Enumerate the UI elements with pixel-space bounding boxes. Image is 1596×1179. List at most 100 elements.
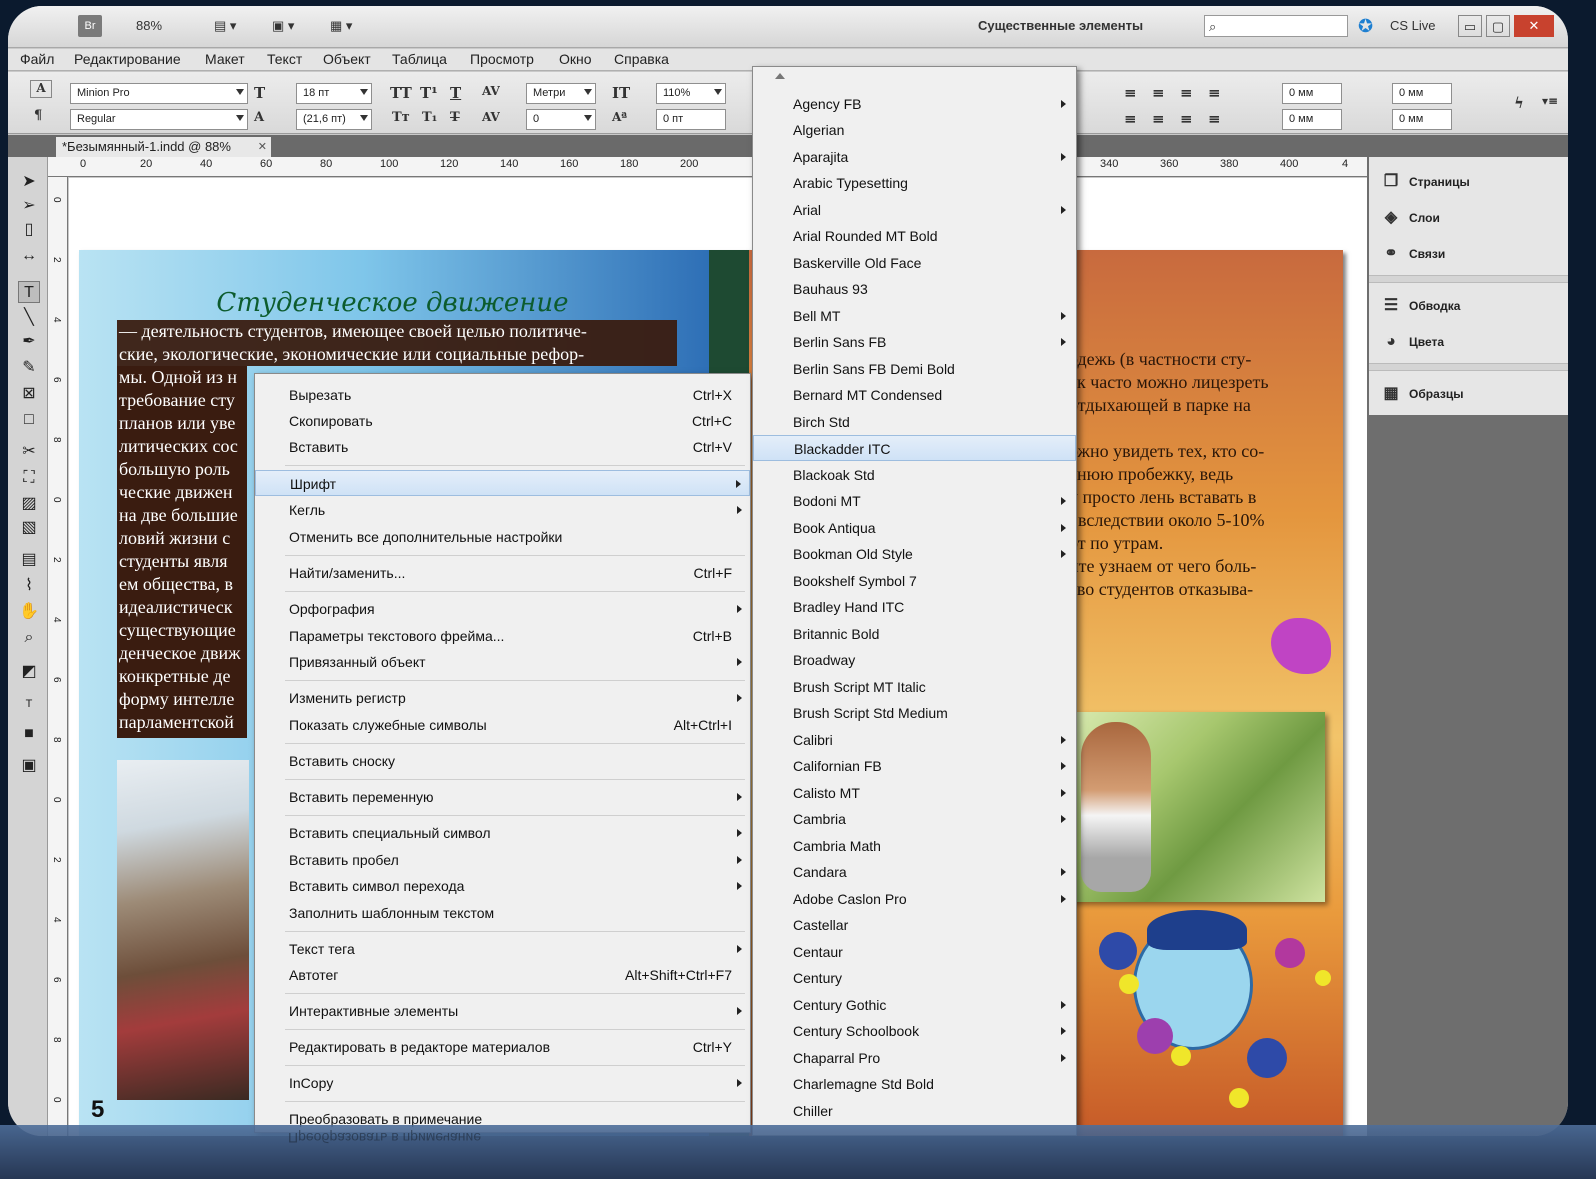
arrange-documents-icon[interactable]: ▦ ▾ [330,15,366,37]
menu-item-anchored-object[interactable]: Привязанный объект [255,649,750,675]
font-item[interactable]: Birch Std [753,409,1076,435]
font-item[interactable]: Baskerville Old Face [753,250,1076,276]
font-item[interactable]: Century [753,965,1076,991]
font-item[interactable]: Century Gothic [753,992,1076,1018]
panel-pages[interactable]: ❐ Страницы [1379,169,1470,195]
intro-text-frame[interactable]: — деятельность студентов, имеющее своей … [117,320,677,366]
eyedropper-tool-icon[interactable]: ⌇ [18,575,40,597]
menu-table[interactable]: Таблица [392,51,447,67]
leading-field[interactable]: (21,6 пт) [296,109,372,130]
menu-item-find-replace[interactable]: Найти/заменить... Ctrl+F [255,560,750,586]
runner-photo[interactable] [1069,712,1325,902]
menu-item-insert-white-space[interactable]: Вставить пробел [255,847,750,873]
font-item[interactable]: Cambria [753,806,1076,832]
heading-text-frame[interactable]: Студенческое движение [115,288,670,318]
strikethrough-icon[interactable]: T [450,110,460,125]
bridge-button[interactable]: Br [78,15,102,37]
menu-item-incopy[interactable]: InCopy [255,1070,750,1096]
pen-tool-icon[interactable]: ✒ [18,331,40,353]
formatting-affects-text-icon[interactable]: T [18,693,40,715]
scissors-tool-icon[interactable]: ✂ [18,441,40,463]
menu-item-tag-text[interactable]: Текст тега [255,936,750,962]
gradient-feather-tool-icon[interactable]: ▧ [18,517,40,539]
font-item[interactable]: Bauhaus 93 [753,276,1076,302]
menu-window[interactable]: Окно [559,51,592,67]
justify-last-center-icon[interactable]: ≡ [1180,110,1193,128]
menu-item-spelling[interactable]: Орфография [255,596,750,622]
font-item[interactable]: Chaparral Pro [753,1045,1076,1071]
menu-object[interactable]: Объект [323,51,371,67]
justify-all-icon[interactable]: ≡ [1124,110,1137,128]
font-family-field[interactable]: Minion Pro [70,83,248,104]
font-item[interactable]: Aparajita [753,144,1076,170]
close-tab-icon[interactable]: ✕ [258,137,267,157]
menu-file[interactable]: Файл [20,51,54,67]
menu-item-paste[interactable]: Вставить Ctrl+V [255,434,750,460]
font-item[interactable]: Broadway [753,647,1076,673]
kerning-field[interactable]: Метри [526,83,596,104]
font-item[interactable]: Arial [753,197,1076,223]
zoom-tool-icon[interactable]: ⌕ [18,627,40,649]
scroll-up-arrow-icon[interactable] [775,73,785,79]
font-item[interactable]: Candara [753,859,1076,885]
superscript-icon[interactable]: T¹ [420,84,438,102]
font-item[interactable]: Blackoak Std [753,462,1076,488]
font-item[interactable]: Bernard MT Condensed [753,382,1076,408]
font-size-field[interactable]: 18 пт [296,83,372,104]
crowd-photo[interactable] [117,760,249,1100]
menu-edit[interactable]: Редактирование [74,51,181,67]
menu-item-copy[interactable]: Скопировать Ctrl+C [255,408,750,434]
gap-tool-icon[interactable]: ↔ [18,245,40,267]
menu-item-cut[interactable]: Вырезать Ctrl+X [255,382,750,408]
align-right-icon[interactable]: ≡ [1180,84,1193,102]
font-item[interactable]: Berlin Sans FB [753,329,1076,355]
small-caps-icon[interactable]: Tт [392,110,410,125]
font-item[interactable]: Agency FB [753,91,1076,117]
page-tool-icon[interactable]: ▯ [18,219,40,241]
vertical-scale-field[interactable]: 110% [656,83,726,104]
menu-item-edit-in-story-editor[interactable]: Редактировать в редакторе материалов Ctrl… [255,1034,750,1060]
menu-item-insert-break-character[interactable]: Вставить символ перехода [255,873,750,899]
menu-help[interactable]: Справка [614,51,669,67]
font-item[interactable]: Bodoni MT [753,488,1076,514]
line-tool-icon[interactable]: ╲ [18,307,40,329]
document-tab[interactable]: *Безымянный-1.indd @ 88% ✕ [56,137,271,157]
menu-item-font[interactable]: Шрифт [255,470,750,496]
font-item[interactable]: Calisto MT [753,780,1076,806]
font-item[interactable]: Castellar [753,912,1076,938]
character-mode-icon[interactable]: A [30,80,52,98]
font-item[interactable]: Chiller [753,1098,1076,1124]
align-left-icon[interactable]: ≡ [1124,84,1137,102]
font-item[interactable]: Arabic Typesetting [753,170,1076,196]
font-item[interactable]: Arial Rounded MT Bold [753,223,1076,249]
screen-mode-icon[interactable]: ▣ ▾ [272,15,308,37]
align-spine-icon[interactable]: ≡ [1152,110,1165,128]
note-tool-icon[interactable]: ▤ [18,549,40,571]
menu-item-autotag[interactable]: Автотег Alt+Shift+Ctrl+F7 [255,962,750,988]
menu-item-insert-special-character[interactable]: Вставить специальный символ [255,820,750,846]
menu-item-change-case[interactable]: Изменить регистр [255,685,750,711]
cs-live-icon[interactable]: ✪ [1358,15,1382,37]
panel-stroke[interactable]: ☰ Обводка [1379,293,1461,319]
left-indent-field[interactable]: 0 мм [1282,83,1342,104]
last-line-indent-field[interactable]: 0 мм [1392,109,1452,130]
panel-color[interactable]: ◕ Цвета [1379,329,1444,355]
font-item[interactable]: Brush Script MT Italic [753,674,1076,700]
fill-stroke-icon[interactable]: ◩ [18,661,40,683]
direct-selection-tool-icon[interactable]: ➢ [18,195,40,217]
rectangle-frame-tool-icon[interactable]: ⊠ [18,383,40,405]
font-item[interactable]: Book Antiqua [753,515,1076,541]
menu-item-text-frame-options[interactable]: Параметры текстового фрейма... Ctrl+B [255,623,750,649]
font-item[interactable]: Bradley Hand ITC [753,594,1076,620]
menu-item-clear-overrides[interactable]: Отменить все дополнительные настройки [255,524,750,550]
selection-tool-icon[interactable]: ➤ [18,171,40,193]
preview-mode-icon[interactable]: ▣ [18,755,40,777]
rectangle-tool-icon[interactable]: □ [18,409,40,431]
underline-icon[interactable]: T [450,84,461,102]
font-item[interactable]: Berlin Sans FB Demi Bold [753,356,1076,382]
minimize-button[interactable]: ▭ [1458,15,1482,37]
workspace-switcher[interactable]: Существенные элементы [978,15,1178,37]
normal-view-icon[interactable]: ■ [18,723,40,745]
font-item[interactable]: Cambria Math [753,833,1076,859]
subscript-icon[interactable]: T₁ [422,110,437,125]
